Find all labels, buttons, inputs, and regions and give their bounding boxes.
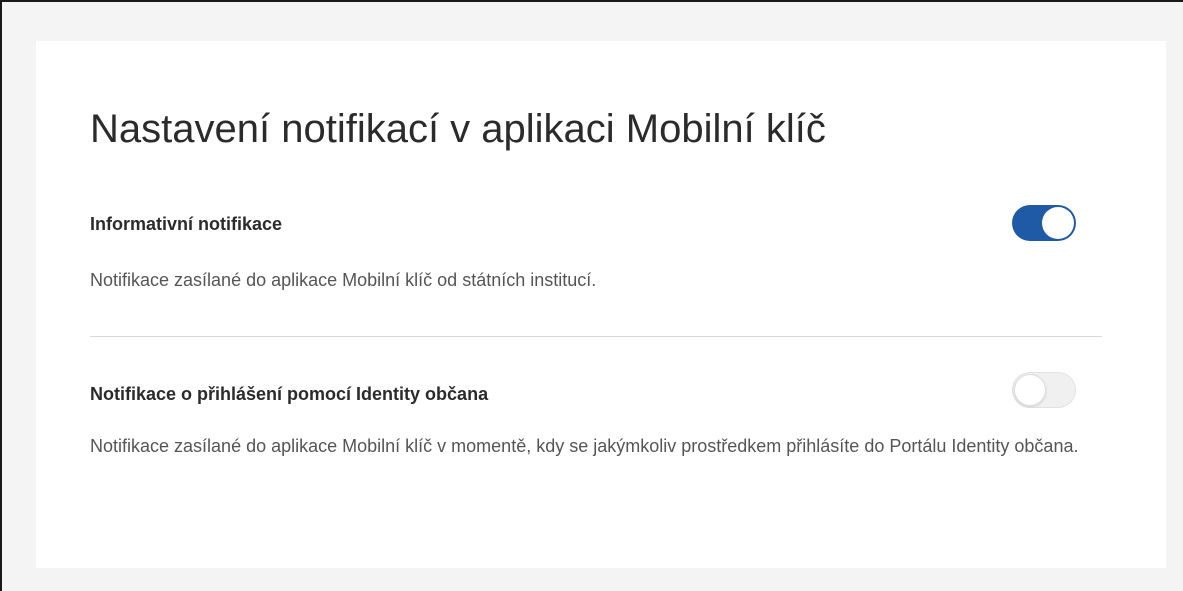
toggle-informative-notifications[interactable] — [1012, 205, 1076, 241]
setting-description-login: Notifikace zasílané do aplikace Mobilní … — [90, 436, 1079, 456]
page-title: Nastavení notifikací v aplikaci Mobilní … — [90, 107, 826, 151]
setting-title-login: Notifikace o přihlášení pomocí Identity … — [90, 384, 489, 404]
toggle-knob — [1014, 374, 1046, 406]
page-frame: Nastavení notifikací v aplikaci Mobilní … — [0, 0, 1183, 591]
setting-title-informative: Informativní notifikace — [90, 214, 283, 234]
setting-description-informative: Notifikace zasílané do aplikace Mobilní … — [90, 270, 597, 290]
toggle-knob — [1042, 207, 1074, 239]
settings-card: Nastavení notifikací v aplikaci Mobilní … — [36, 41, 1166, 568]
section-divider — [90, 336, 1102, 337]
toggle-login-notifications[interactable] — [1012, 372, 1076, 408]
